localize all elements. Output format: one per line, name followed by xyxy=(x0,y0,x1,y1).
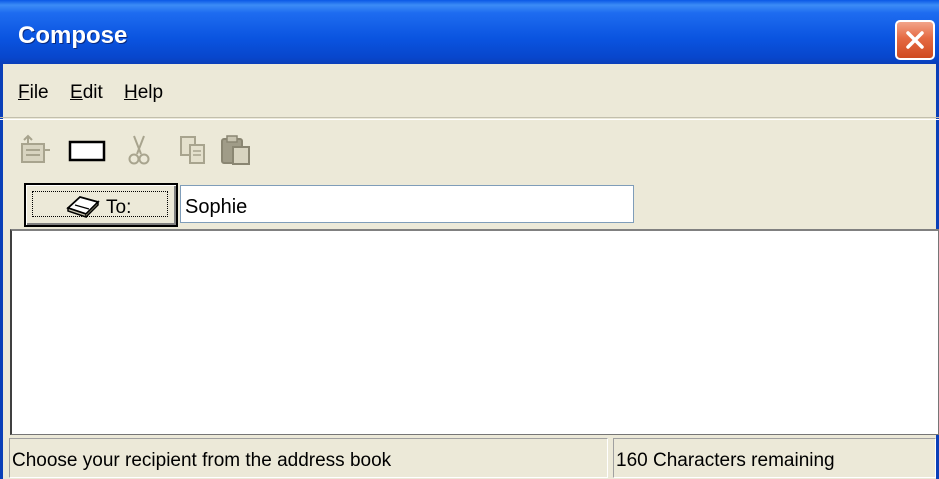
blank-icon[interactable] xyxy=(68,140,106,162)
title-bar[interactable]: Compose xyxy=(0,0,939,64)
recipient-row: To: xyxy=(0,181,939,229)
send-icon[interactable] xyxy=(18,134,52,166)
focus-rectangle xyxy=(32,191,168,217)
close-button[interactable] xyxy=(895,20,935,60)
to-button[interactable]: To: xyxy=(24,183,178,227)
to-button-label: To: xyxy=(106,197,132,218)
status-hint: Choose your recipient from the address b… xyxy=(9,438,608,478)
status-bar: Choose your recipient from the address b… xyxy=(0,436,939,479)
address-book-icon xyxy=(66,195,100,218)
menu-help[interactable]: Help xyxy=(124,82,163,104)
toolbar xyxy=(0,119,939,181)
message-body[interactable] xyxy=(10,229,939,435)
menu-edit[interactable]: Edit xyxy=(70,82,103,104)
menu-file[interactable]: File xyxy=(18,82,49,104)
recipient-input[interactable] xyxy=(180,185,634,223)
paste-icon[interactable] xyxy=(220,134,252,166)
characters-remaining: 160 Characters remaining xyxy=(613,438,936,478)
close-icon xyxy=(906,31,924,49)
cut-icon[interactable] xyxy=(126,134,152,166)
compose-window: Compose File Edit Help To: Sophie Choose… xyxy=(0,0,939,479)
menu-bar: File Edit Help xyxy=(0,64,939,118)
copy-icon[interactable] xyxy=(178,134,208,166)
window-title: Compose xyxy=(18,22,128,49)
